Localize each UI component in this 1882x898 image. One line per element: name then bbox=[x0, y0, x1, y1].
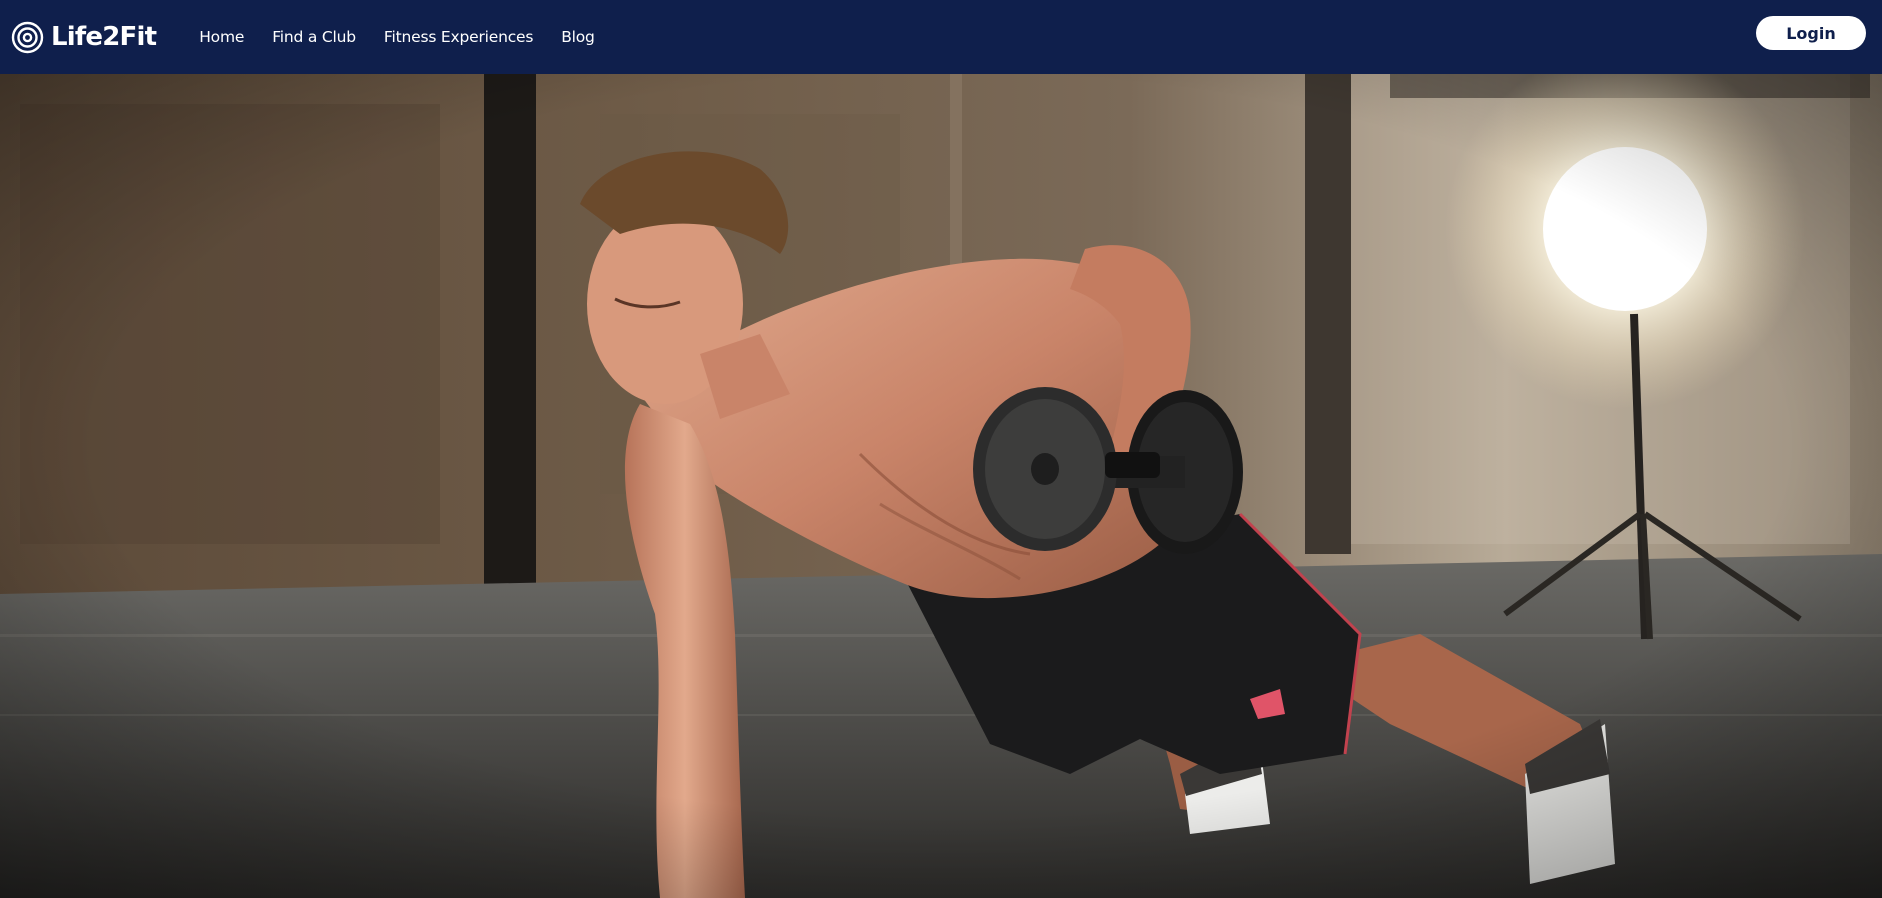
nav-link-find-a-club[interactable]: Find a Club bbox=[272, 28, 356, 46]
nav-link-fitness-experiences[interactable]: Fitness Experiences bbox=[384, 28, 534, 46]
top-navbar: Life2Fit Home Find a Club Fitness Experi… bbox=[0, 0, 1882, 74]
main-nav: Home Find a Club Fitness Experiences Blo… bbox=[199, 0, 622, 74]
hero-image bbox=[0, 74, 1882, 898]
page: Life2Fit Home Find a Club Fitness Experi… bbox=[0, 0, 1882, 898]
nav-link-home[interactable]: Home bbox=[199, 28, 244, 46]
nav-link-blog[interactable]: Blog bbox=[561, 28, 595, 46]
brand-name: Life2Fit bbox=[51, 22, 157, 52]
brand-logo-link[interactable]: Life2Fit bbox=[11, 0, 157, 74]
login-button[interactable]: Login bbox=[1756, 16, 1866, 50]
fitness-man-dumbbell-row-photo bbox=[0, 74, 1882, 898]
concentric-circles-logo-icon bbox=[11, 21, 44, 53]
